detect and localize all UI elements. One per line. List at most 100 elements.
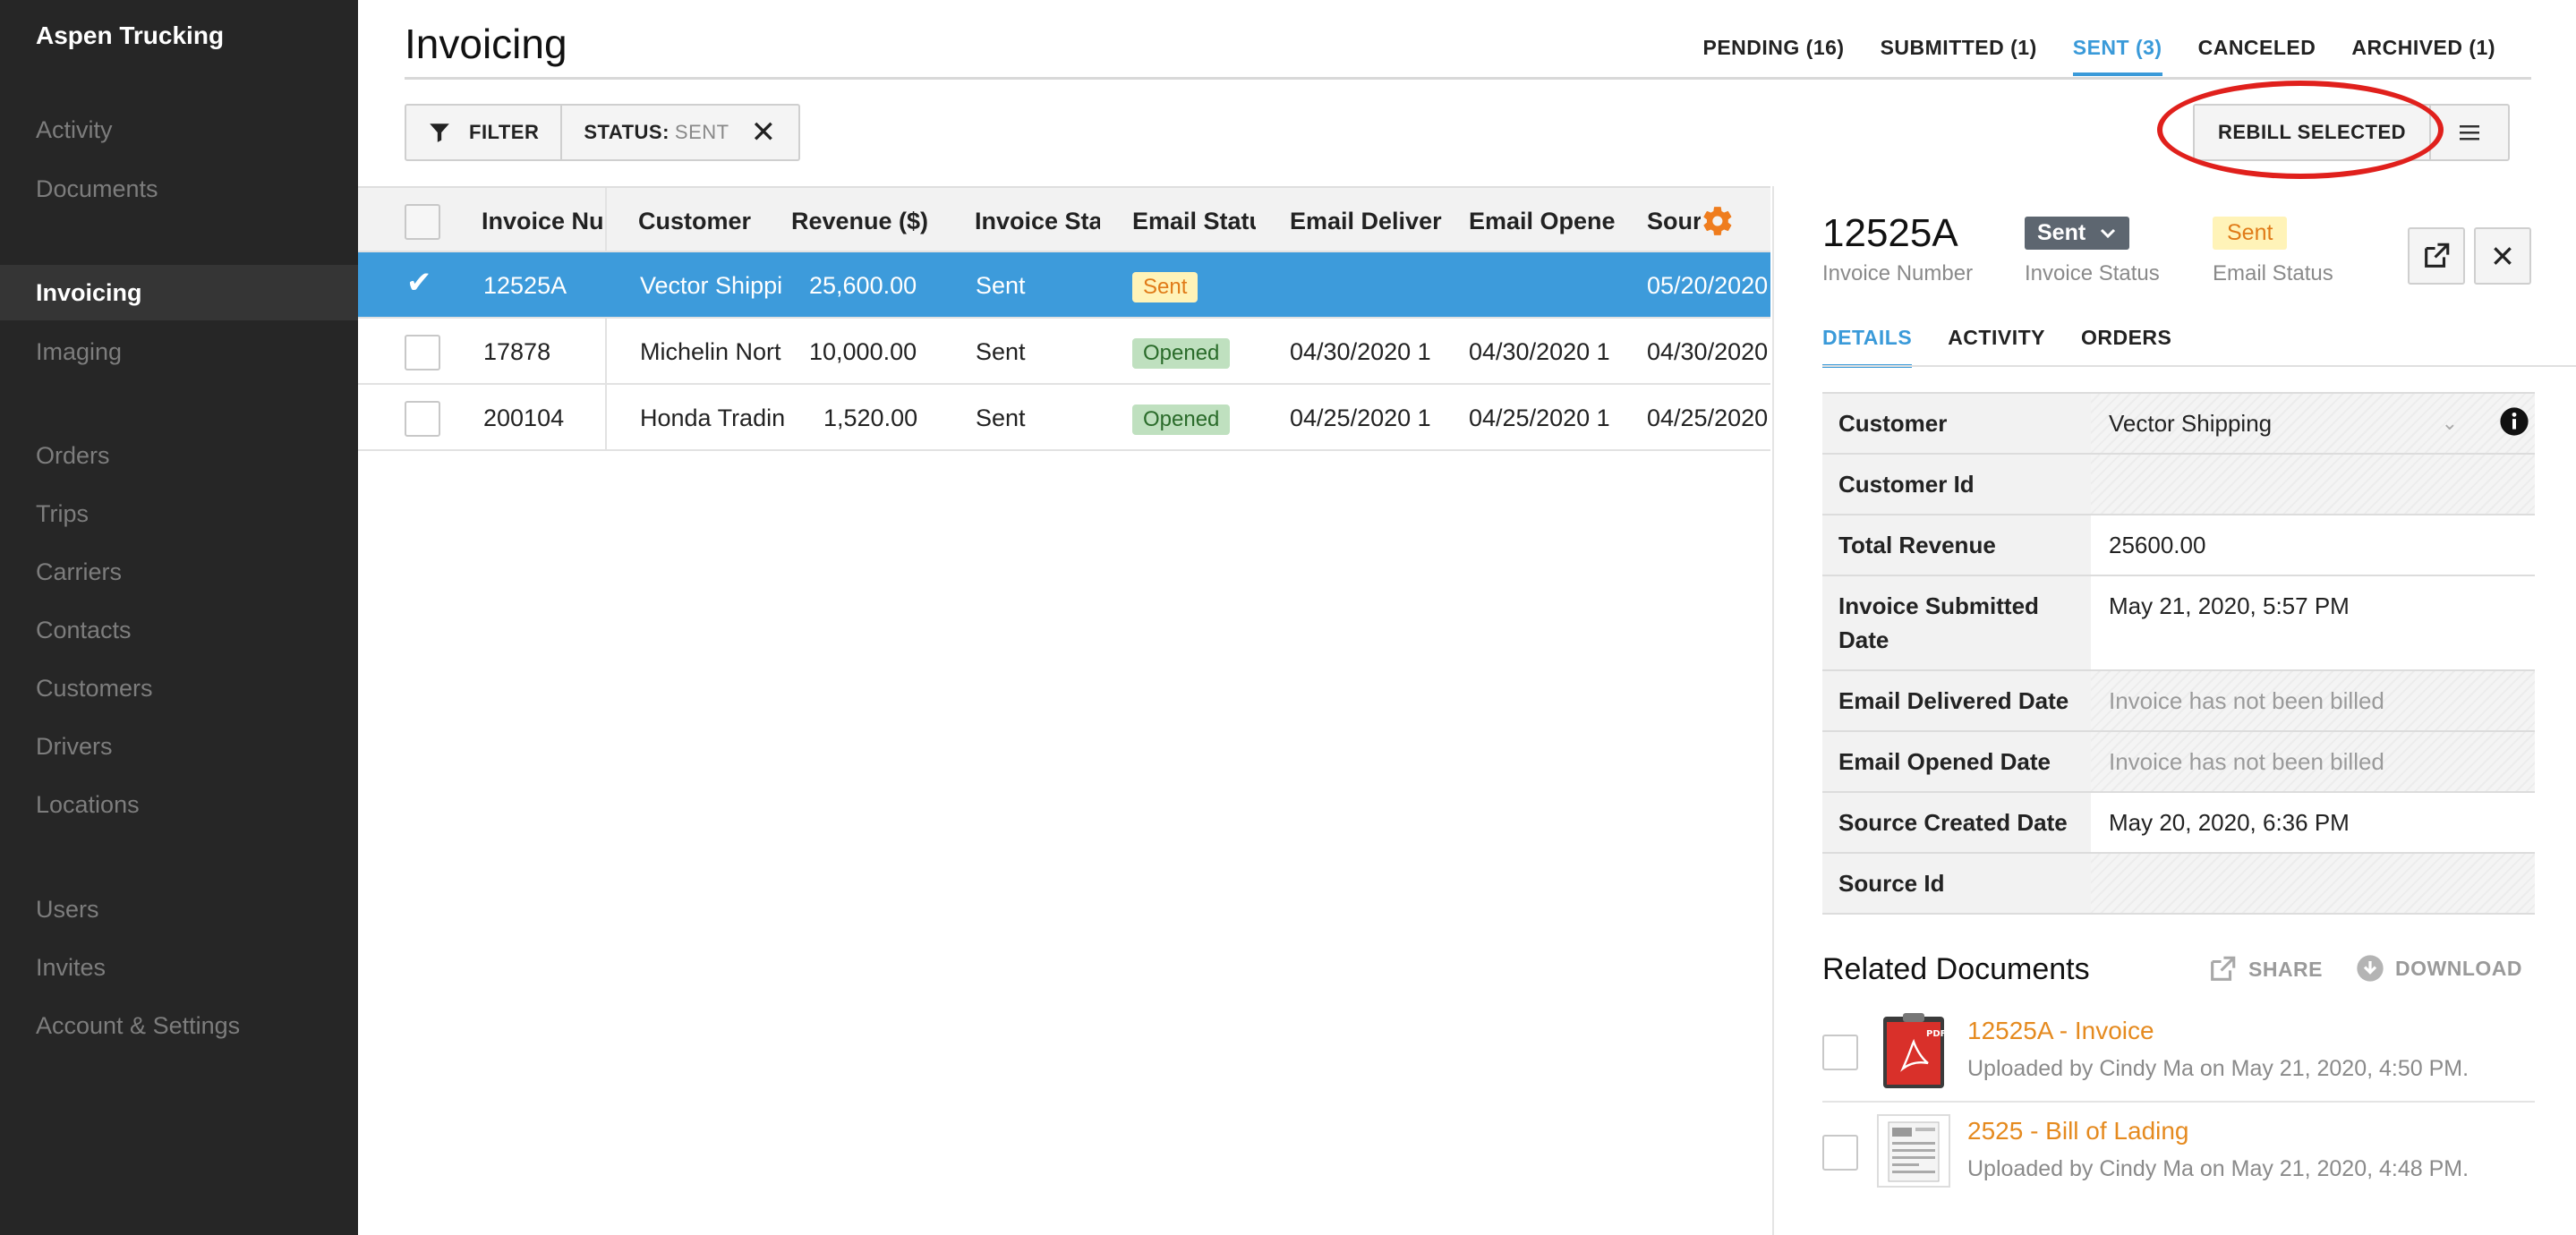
tab-archived[interactable]: ARCHIVED (1) [2351, 36, 2495, 72]
document-checkbox[interactable] [1822, 1035, 1858, 1070]
filter-button[interactable]: FILTER [406, 106, 560, 159]
document-item[interactable]: 2525 - Bill of Lading Uploaded by Cindy … [1822, 1101, 2535, 1199]
detail-row-source-id: Source Id [1822, 854, 2535, 915]
tab-pending[interactable]: PENDING (16) [1702, 36, 1844, 72]
cell-email-status: Opened [1132, 319, 1258, 383]
sidebar-item-invoicing[interactable]: Invoicing [0, 265, 358, 320]
cell-email-delivered: 04/25/2020 1 [1290, 405, 1431, 431]
sidebar-item-invites[interactable]: Invites [0, 940, 358, 995]
table-row[interactable]: ✔ 12525A Vector Shippi 25,600.00 Sent Se… [358, 252, 1770, 319]
sidebar-item-activity[interactable]: Activity [0, 102, 358, 158]
document-title[interactable]: 2525 - Bill of Lading [1967, 1117, 2189, 1146]
tab-sent[interactable]: SENT (3) [2072, 36, 2162, 76]
detail-value: May 20, 2020, 6:36 PM [2091, 793, 2535, 852]
download-icon [2357, 955, 2384, 982]
col-invoice-number[interactable]: Invoice Nu [482, 188, 603, 251]
col-revenue[interactable]: Revenue ($) [791, 188, 961, 251]
cell-source: 04/30/2020 [1647, 338, 1769, 365]
tab-submitted[interactable]: SUBMITTED (1) [1881, 36, 2037, 72]
col-email-delivered[interactable]: Email Deliver [1290, 188, 1442, 251]
detail-label: Source Created Date [1822, 793, 2091, 852]
detail-value: May 21, 2020, 5:57 PM [2091, 576, 2535, 669]
open-external-button[interactable] [2408, 227, 2465, 285]
row-checkbox[interactable] [405, 401, 440, 437]
col-email-opened[interactable]: Email Opene [1469, 188, 1619, 251]
table-header: Invoice Nu Customer Revenue ($) Invoice … [358, 186, 1770, 252]
tab-canceled[interactable]: CANCELED [2198, 36, 2316, 72]
share-icon [2211, 956, 2236, 981]
col-source[interactable]: Sourc [1647, 188, 1701, 251]
clear-filter-icon[interactable]: ✕ [751, 117, 777, 148]
sidebar-item-orders[interactable]: Orders [0, 428, 358, 483]
cell-invoice-number: 200104 [483, 405, 565, 431]
detail-row-customer: Customer Vector Shipping ⌄ [1822, 394, 2535, 455]
external-link-icon [2425, 243, 2450, 268]
invoice-status-label: Invoice Status [2025, 261, 2160, 285]
download-button[interactable]: DOWNLOAD [2356, 954, 2522, 983]
detail-label: Invoice Submitted Date [1822, 576, 2091, 669]
column-divider [605, 385, 607, 449]
document-thumbnail-icon [1877, 1114, 1950, 1188]
cell-email-opened: 04/25/2020 1 [1469, 405, 1610, 431]
customer-value: Vector Shipping [2109, 410, 2273, 437]
tab-orders[interactable]: ORDERS [2081, 326, 2171, 366]
cell-invoice-status: Sent [976, 338, 1026, 365]
column-divider [605, 188, 607, 251]
panel-tabs: DETAILS ACTIVITY ORDERS [1822, 326, 2171, 368]
row-checkbox[interactable] [405, 335, 440, 370]
document-subtitle: Uploaded by Cindy Ma on May 21, 2020, 4:… [1967, 1056, 2469, 1081]
document-title[interactable]: 12525A - Invoice [1967, 1017, 2154, 1045]
panel-tabs-divider [1822, 365, 2576, 367]
sidebar-item-carriers[interactable]: Carriers [0, 544, 358, 600]
sidebar-item-users[interactable]: Users [0, 882, 358, 937]
detail-value [2091, 455, 2535, 514]
rebill-selected-button[interactable]: REBILL SELECTED [2195, 106, 2429, 159]
table-row[interactable]: 200104 Honda Tradin 1,520.00 Sent Opened… [358, 385, 1770, 451]
detail-label: Email Opened Date [1822, 732, 2091, 791]
sidebar-item-drivers[interactable]: Drivers [0, 719, 358, 774]
table-row[interactable]: 17878 Michelin Nort 10,000.00 Sent Opene… [358, 319, 1770, 385]
sidebar-item-customers[interactable]: Customers [0, 660, 358, 716]
cell-email-status: Opened [1132, 385, 1258, 449]
tab-activity[interactable]: ACTIVITY [1948, 326, 2045, 366]
col-customer[interactable]: Customer [638, 188, 790, 251]
invoice-status-dropdown[interactable]: Sent [2025, 217, 2130, 250]
gear-icon[interactable] [1701, 204, 1735, 238]
sidebar: Aspen Trucking Activity Documents Invoic… [0, 0, 358, 1235]
select-all-checkbox[interactable] [405, 204, 440, 240]
status-filter-chip[interactable]: STATUS: SENT ✕ [560, 106, 798, 159]
more-menu-button[interactable] [2429, 106, 2508, 159]
sidebar-item-trips[interactable]: Trips [0, 486, 358, 541]
detail-value: Invoice has not been billed [2091, 671, 2535, 730]
document-item[interactable]: PDF 12525A - Invoice Uploaded by Cindy M… [1822, 1002, 2535, 1101]
close-panel-button[interactable] [2474, 227, 2531, 285]
cell-customer: Michelin Nort [640, 338, 781, 365]
sidebar-item-imaging[interactable]: Imaging [0, 324, 358, 379]
status-filter-value: SENT [674, 121, 729, 143]
info-icon[interactable] [2499, 406, 2529, 437]
pdf-icon: PDF [1883, 1013, 1946, 1088]
cell-email-opened: 04/30/2020 1 [1469, 338, 1610, 365]
col-email-status[interactable]: Email Statu [1132, 188, 1256, 251]
page-title: Invoicing [405, 21, 567, 67]
share-button[interactable]: SHARE [2207, 954, 2323, 984]
detail-row-source-created: Source Created Date May 20, 2020, 6:36 P… [1822, 793, 2535, 854]
filter-label: FILTER [469, 121, 540, 143]
sidebar-item-contacts[interactable]: Contacts [0, 602, 358, 658]
share-label: SHARE [2248, 957, 2324, 981]
detail-row-total-revenue: Total Revenue 25600.00 [1822, 515, 2535, 576]
cell-revenue: 1,520.00 [823, 405, 918, 431]
cell-email-delivered [1290, 252, 1442, 317]
row-checked-icon[interactable]: ✔ [406, 265, 432, 301]
related-documents-title: Related Documents [1822, 952, 2090, 986]
invoice-status-value: Sent [2037, 220, 2086, 245]
document-checkbox[interactable] [1822, 1135, 1858, 1171]
sidebar-item-account-settings[interactable]: Account & Settings [0, 998, 358, 1053]
tab-details[interactable]: DETAILS [1822, 326, 1913, 368]
col-invoice-status[interactable]: Invoice Sta [975, 188, 1100, 251]
sidebar-item-documents[interactable]: Documents [0, 161, 358, 217]
customer-select[interactable]: Vector Shipping ⌄ [2091, 394, 2535, 453]
menu-icon [2460, 125, 2480, 141]
detail-row-submitted-date: Invoice Submitted Date May 21, 2020, 5:5… [1822, 576, 2535, 671]
sidebar-item-locations[interactable]: Locations [0, 777, 358, 832]
